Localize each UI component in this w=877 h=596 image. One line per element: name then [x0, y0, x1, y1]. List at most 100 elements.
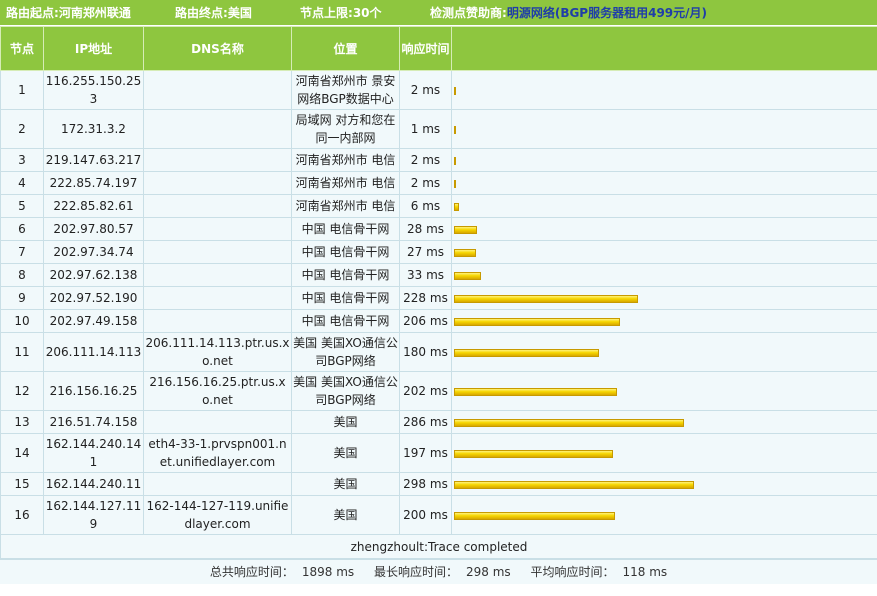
route-from: 路由起点:河南郑州联通	[6, 4, 131, 21]
response-time-bar	[454, 271, 481, 280]
location-cell: 河南省郑州市 景安网络BGP数据中心	[291, 70, 400, 110]
response-time-bar	[454, 480, 694, 489]
hop-cell: 1	[0, 70, 44, 110]
ip-cell: 216.156.16.25	[43, 371, 144, 411]
sponsor-ad-link[interactable]: (BGP服务器租用499元/月)	[555, 6, 707, 20]
response-bar-cell	[451, 472, 877, 496]
table-row: 14 162.144.240.141 eth4-33-1.prvspn001.net…	[0, 433, 877, 473]
hop-cell: 11	[0, 332, 44, 372]
route-from-label: 路由起点:	[6, 6, 59, 20]
response-bar-cell	[451, 286, 877, 310]
summary-max-label: 最长响应时间：	[373, 565, 458, 579]
response-time-cell: 33 ms	[399, 263, 452, 287]
route-to-label: 路由终点:	[175, 6, 228, 20]
route-info-bar: 路由起点:河南郑州联通 路由终点:美国 节点上限:30个 检测点赞助商:明源网络…	[0, 0, 877, 26]
table-row: 10 202.97.49.158 中国 电信骨干网 206 ms	[0, 309, 877, 333]
dns-cell	[143, 309, 292, 333]
response-time-bar	[454, 387, 617, 396]
location-cell: 河南省郑州市 电信	[291, 171, 400, 195]
route-to-value: 美国	[227, 6, 252, 20]
table-row: 9 202.97.52.190 中国 电信骨干网 228 ms	[0, 286, 877, 310]
hop-limit-label: 节点上限:	[300, 6, 353, 20]
ip-cell: 202.97.62.138	[43, 263, 144, 287]
response-bar-cell	[451, 171, 877, 195]
ip-cell: 172.31.3.2	[43, 109, 144, 149]
table-header-row: 节点 IP地址 DNS名称 位置 响应时间	[0, 26, 877, 71]
hop-cell: 4	[0, 171, 44, 195]
hop-cell: 3	[0, 148, 44, 172]
dns-cell	[143, 171, 292, 195]
hop-cell: 13	[0, 410, 44, 434]
response-time-bar	[454, 511, 615, 520]
response-time-bar	[454, 156, 456, 165]
response-time-bar	[454, 86, 456, 95]
summary-max: 最长响应时间： 298 ms	[370, 565, 515, 579]
response-time-bar	[454, 294, 638, 303]
sponsor: 检测点赞助商:明源网络(BGP服务器租用499元/月)	[430, 4, 707, 21]
summary-bar: 总共响应时间： 1898 ms 最长响应时间： 298 ms 平均响应时间： 118 …	[0, 559, 877, 584]
response-time-cell: 6 ms	[399, 194, 452, 218]
hop-cell: 15	[0, 472, 44, 496]
dns-cell	[143, 194, 292, 218]
dns-cell: eth4-33-1.prvspn001.net.unifiedlayer.com	[143, 433, 292, 473]
response-bar-cell	[451, 240, 877, 264]
hop-limit: 节点上限:30个	[300, 4, 382, 21]
response-time-bar	[454, 418, 684, 427]
response-time-cell: 27 ms	[399, 240, 452, 264]
hop-limit-value: 30个	[352, 6, 382, 20]
response-time-cell: 197 ms	[399, 433, 452, 473]
trace-status-row: zhengzhoult:Trace completed	[0, 534, 877, 559]
response-bar-cell	[451, 109, 877, 149]
response-time-cell: 200 ms	[399, 495, 452, 535]
location-cell: 中国 电信骨干网	[291, 217, 400, 241]
sponsor-link[interactable]: 明源网络	[507, 6, 555, 20]
response-bar-cell	[451, 70, 877, 110]
location-cell: 局域网 对方和您在同一内部网	[291, 109, 400, 149]
summary-max-value: 298 ms	[465, 565, 511, 579]
response-bar-cell	[451, 371, 877, 411]
response-bar-cell	[451, 309, 877, 333]
ip-cell: 116.255.150.253	[43, 70, 144, 110]
trace-table: 节点 IP地址 DNS名称 位置 响应时间 1 116.255.150.253 河南…	[0, 26, 877, 559]
response-time-cell: 206 ms	[399, 309, 452, 333]
trace-body: 1 116.255.150.253 河南省郑州市 景安网络BGP数据中心 2 ms 2 1…	[0, 70, 877, 535]
table-row: 1 116.255.150.253 河南省郑州市 景安网络BGP数据中心 2 ms	[0, 70, 877, 110]
hop-cell: 14	[0, 433, 44, 473]
summary-total: 总共响应时间： 1898 ms	[206, 565, 358, 579]
ip-cell: 216.51.74.158	[43, 410, 144, 434]
header-hop: 节点	[0, 26, 44, 71]
dns-cell	[143, 263, 292, 287]
ip-cell: 222.85.82.61	[43, 194, 144, 218]
response-bar-cell	[451, 263, 877, 287]
response-time-cell: 1 ms	[399, 109, 452, 149]
table-row: 13 216.51.74.158 美国 286 ms	[0, 410, 877, 434]
table-row: 12 216.156.16.25 216.156.16.25.ptr.us.xo.n…	[0, 371, 877, 411]
dns-cell: 216.156.16.25.ptr.us.xo.net	[143, 371, 292, 411]
ip-cell: 202.97.52.190	[43, 286, 144, 310]
ip-cell: 222.85.74.197	[43, 171, 144, 195]
location-cell: 河南省郑州市 电信	[291, 148, 400, 172]
summary-total-value: 1898 ms	[301, 565, 355, 579]
table-row: 11 206.111.14.113 206.111.14.113.ptr.us.xo…	[0, 332, 877, 372]
summary-avg: 平均响应时间： 118 ms	[526, 565, 671, 579]
hop-cell: 10	[0, 309, 44, 333]
response-time-cell: 2 ms	[399, 70, 452, 110]
dns-cell: 162-144-127-119.unifiedlayer.com	[143, 495, 292, 535]
response-time-cell: 2 ms	[399, 148, 452, 172]
response-time-bar	[454, 125, 456, 134]
location-cell: 美国	[291, 472, 400, 496]
response-time-bar	[454, 449, 613, 458]
response-time-bar	[454, 348, 599, 357]
response-bar-cell	[451, 410, 877, 434]
route-from-value: 河南郑州联通	[58, 6, 131, 20]
response-time-cell: 28 ms	[399, 217, 452, 241]
response-bar-cell	[451, 332, 877, 372]
hop-cell: 8	[0, 263, 44, 287]
location-cell: 美国	[291, 495, 400, 535]
response-time-cell: 2 ms	[399, 171, 452, 195]
location-cell: 美国	[291, 410, 400, 434]
location-cell: 美国	[291, 433, 400, 473]
response-time-cell: 180 ms	[399, 332, 452, 372]
hop-cell: 6	[0, 217, 44, 241]
table-row: 6 202.97.80.57 中国 电信骨干网 28 ms	[0, 217, 877, 241]
